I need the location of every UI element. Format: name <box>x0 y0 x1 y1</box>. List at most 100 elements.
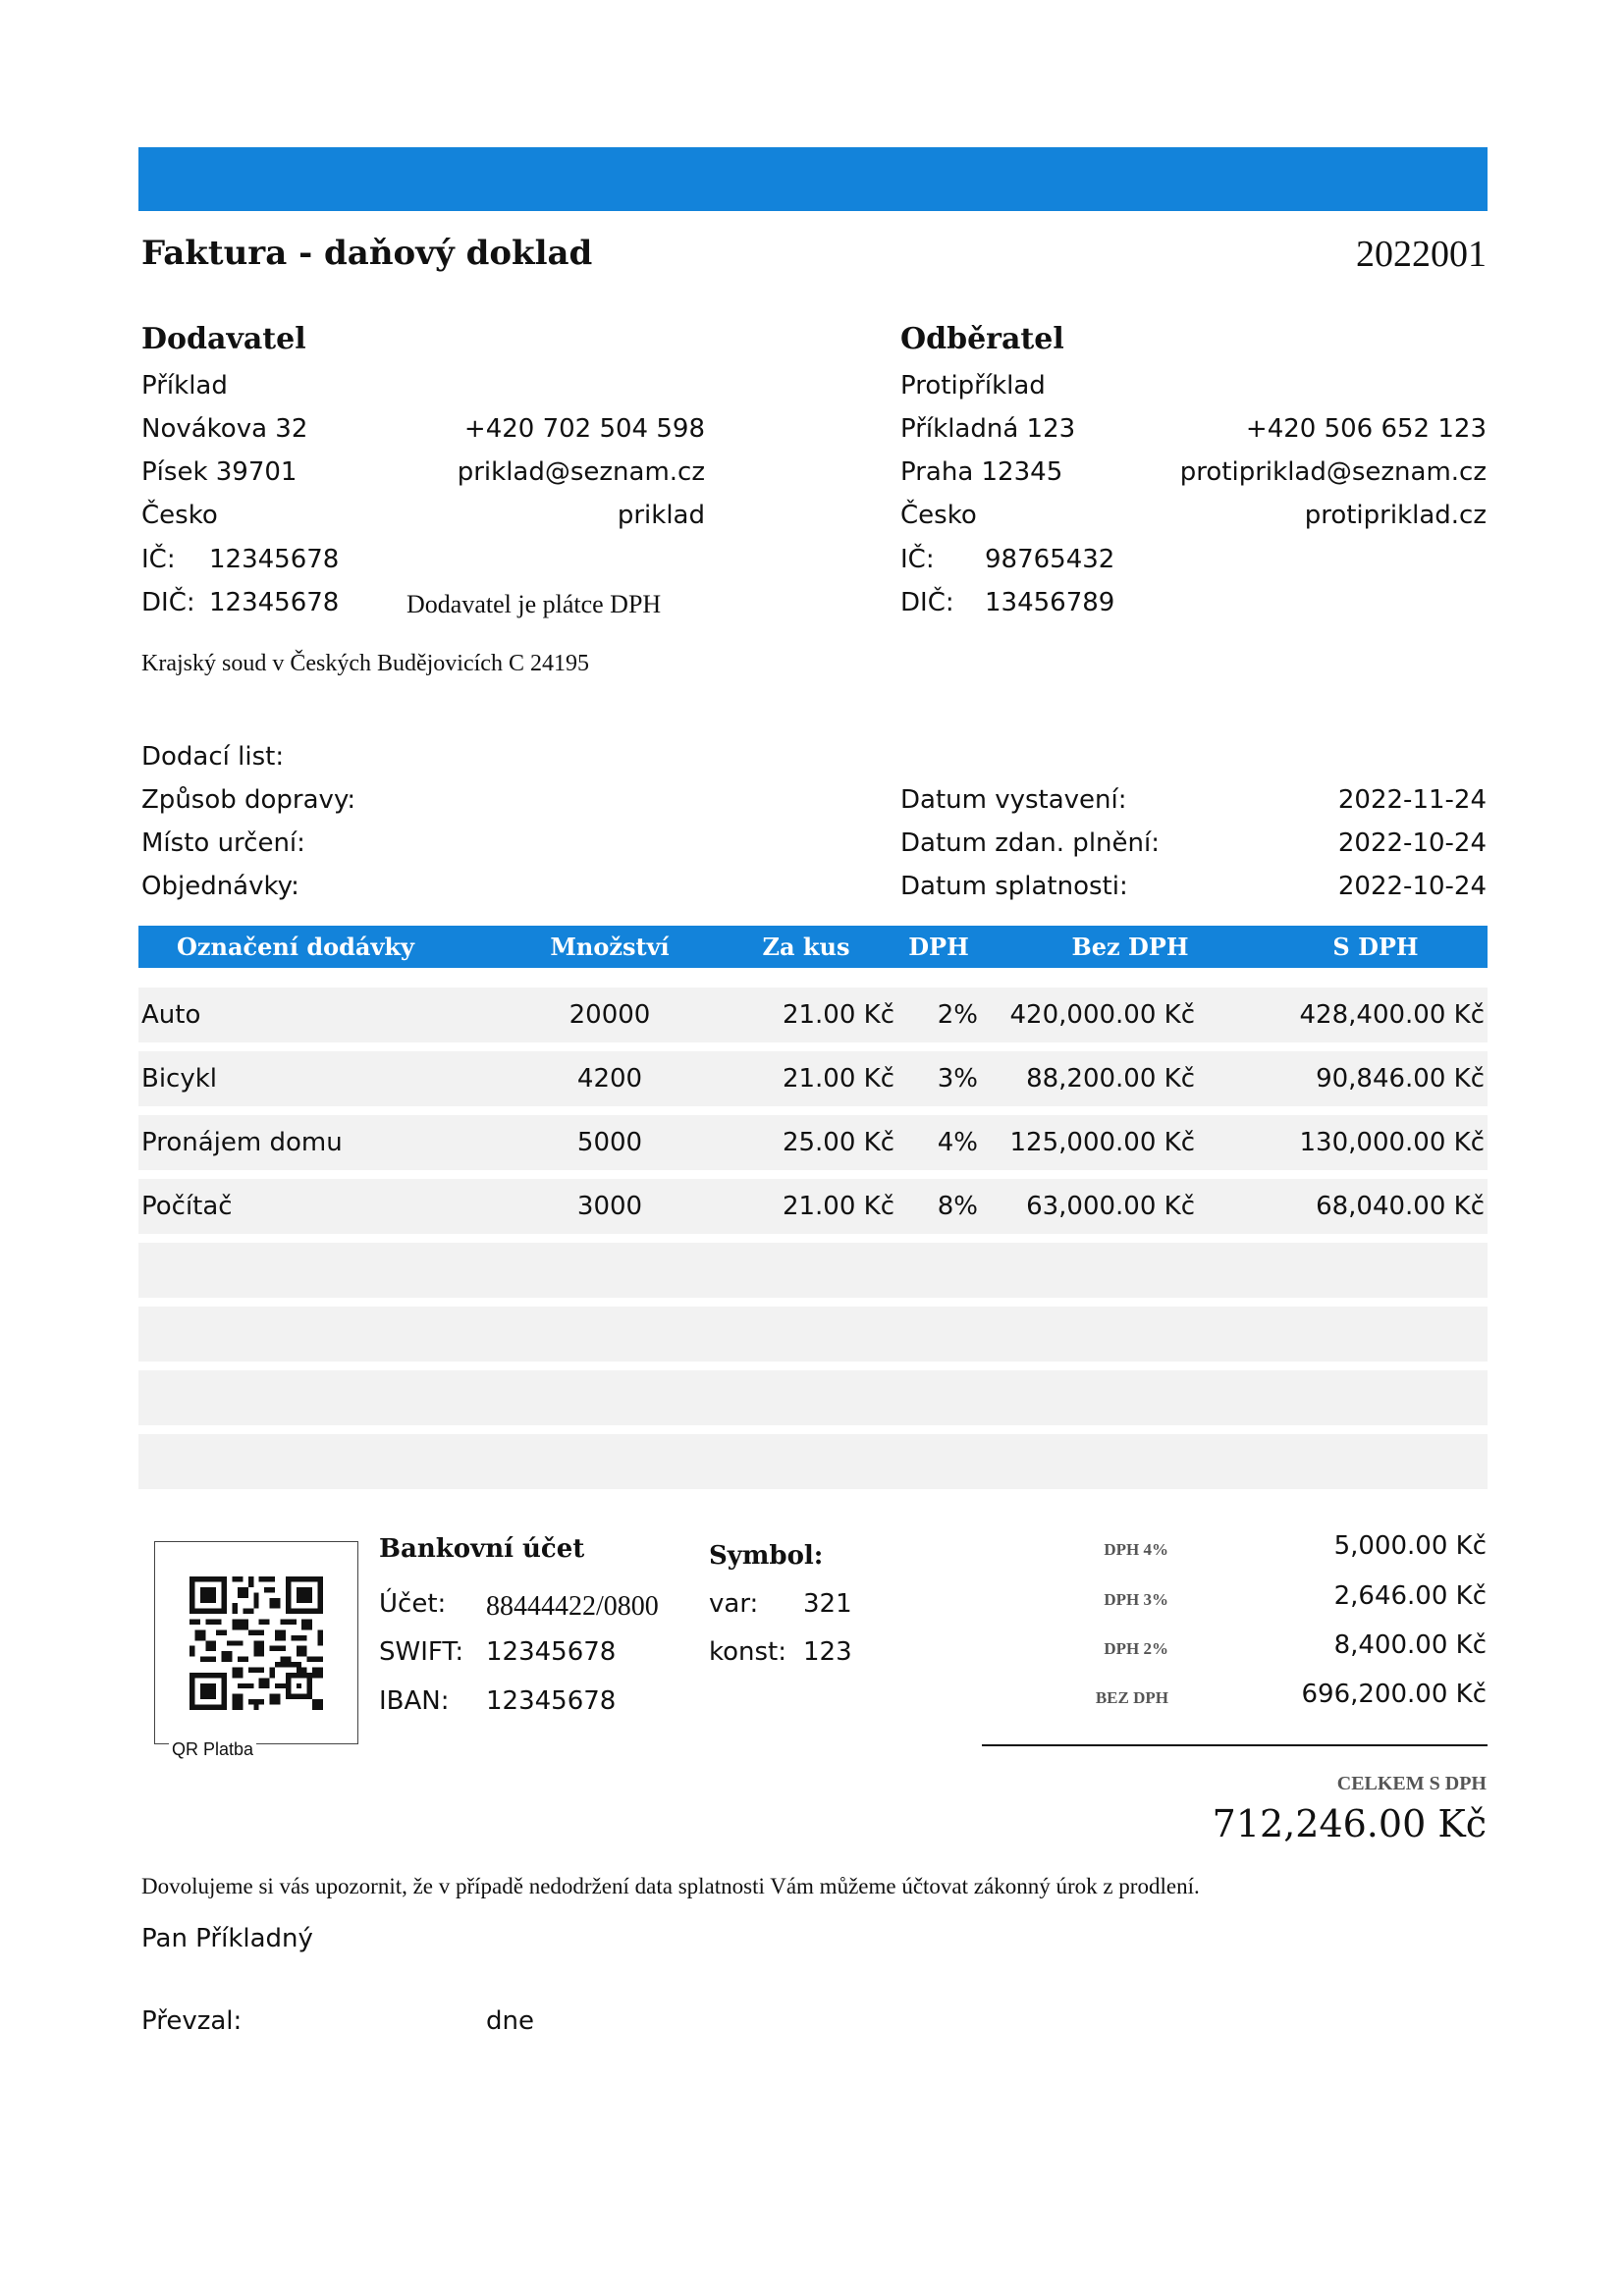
summary-label-vat2: DPH 2% <box>1104 1639 1168 1658</box>
qr-caption: QR Platba <box>169 1739 257 1760</box>
summary-label-without-vat: BEZ DPH <box>1095 1688 1168 1707</box>
due-date-label: Datum splatnosti: <box>900 872 1128 901</box>
transport-label: Způsob dopravy: <box>141 785 356 815</box>
customer-city: Praha 12345 <box>900 457 1063 487</box>
issue-date-label: Datum vystavení: <box>900 785 1127 815</box>
cell-item: Auto <box>141 1000 201 1030</box>
customer-dic: 13456789 <box>985 588 1115 617</box>
account-number: 88444422/0800 <box>486 1591 659 1622</box>
total-amount: 712,246.00 Kč <box>1212 1802 1487 1845</box>
cell-item: Pronájem domu <box>141 1128 343 1157</box>
items-table-header: Označení dodávky Množství Za kus DPH Bez… <box>138 926 1488 968</box>
bank-heading: Bankovní účet <box>379 1534 585 1564</box>
summary-label-vat3: DPH 3% <box>1104 1590 1168 1609</box>
supplier-ic-label: IČ: <box>141 545 176 574</box>
signature-name: Pan Příkladný <box>141 1924 313 1953</box>
col-header-unit-price: Za kus <box>762 933 850 961</box>
cell-without-vat: 88,200.00 Kč <box>1026 1064 1195 1094</box>
symbol-heading: Symbol: <box>709 1541 824 1571</box>
iban-label: IBAN: <box>379 1686 450 1716</box>
table-row: Auto 20000 21.00 Kč 2% 420,000.00 Kč 428… <box>138 988 1488 1042</box>
summary-divider <box>982 1744 1488 1746</box>
cell-quantity: 4200 <box>576 1064 643 1094</box>
customer-dic-label: DIČ: <box>900 588 954 617</box>
summary-value-vat3: 2,646.00 Kč <box>1333 1581 1487 1611</box>
cell-with-vat: 68,040.00 Kč <box>1316 1192 1485 1221</box>
swift-label: SWIFT: <box>379 1637 464 1667</box>
supplier-dic: 12345678 <box>209 588 340 617</box>
col-header-quantity: Množství <box>550 933 670 961</box>
table-row-empty <box>138 1243 1488 1298</box>
summary-value-without-vat: 696,200.00 Kč <box>1301 1680 1487 1709</box>
late-payment-notice: Dovolujeme si vás upozornit, že v případ… <box>141 1874 1200 1898</box>
customer-ic: 98765432 <box>985 545 1115 574</box>
cell-quantity: 20000 <box>568 1000 651 1030</box>
issue-date: 2022-11-24 <box>1337 785 1487 815</box>
due-date: 2022-10-24 <box>1337 872 1487 901</box>
supplier-city: Písek 39701 <box>141 457 298 487</box>
orders-label: Objednávky: <box>141 872 299 901</box>
supplier-street: Novákova 32 <box>141 414 308 444</box>
taxable-date-label: Datum zdan. plnění: <box>900 828 1160 858</box>
customer-country: Česko <box>900 501 977 530</box>
supplier-dic-label: DIČ: <box>141 588 195 617</box>
received-by-label: Převzal: <box>141 2006 243 2036</box>
cell-unit-price: 21.00 Kč <box>782 1064 894 1094</box>
supplier-email: priklad@seznam.cz <box>457 457 705 487</box>
col-header-item: Označení dodávky <box>177 933 414 961</box>
cell-unit-price: 25.00 Kč <box>782 1128 894 1157</box>
constant-symbol: 123 <box>803 1637 852 1667</box>
supplier-country: Česko <box>141 501 218 530</box>
table-row: Bicykl 4200 21.00 Kč 3% 88,200.00 Kč 90,… <box>138 1051 1488 1106</box>
table-row: Počítač 3000 21.00 Kč 8% 63,000.00 Kč 68… <box>138 1179 1488 1234</box>
invoice-number: 2022001 <box>1356 234 1487 275</box>
cell-without-vat: 125,000.00 Kč <box>1009 1128 1195 1157</box>
customer-phone: +420 506 652 123 <box>1245 414 1487 444</box>
cell-unit-price: 21.00 Kč <box>782 1000 894 1030</box>
table-row-empty <box>138 1434 1488 1489</box>
supplier-web: priklad <box>617 501 705 530</box>
cell-without-vat: 420,000.00 Kč <box>1009 1000 1195 1030</box>
delivery-note-label: Dodací list: <box>141 742 285 772</box>
taxable-date: 2022-10-24 <box>1337 828 1487 858</box>
cell-with-vat: 130,000.00 Kč <box>1299 1128 1485 1157</box>
header-accent-bar <box>138 147 1488 211</box>
variable-symbol-label: var: <box>709 1589 759 1619</box>
cell-with-vat: 90,846.00 Kč <box>1316 1064 1485 1094</box>
col-header-with-vat: S DPH <box>1332 933 1419 961</box>
table-row-empty <box>138 1307 1488 1362</box>
supplier-ic: 12345678 <box>209 545 340 574</box>
summary-value-vat4: 5,000.00 Kč <box>1333 1531 1487 1561</box>
iban-code: 12345678 <box>486 1686 617 1716</box>
court-registration: Krajský soud v Českých Budějovicích C 24… <box>141 651 589 676</box>
vat-payer-note: Dodavatel je plátce DPH <box>406 590 662 618</box>
cell-item: Bicykl <box>141 1064 218 1094</box>
supplier-name: Příklad <box>141 371 228 400</box>
cell-quantity: 5000 <box>576 1128 643 1157</box>
customer-name: Protipříklad <box>900 371 1046 400</box>
supplier-phone: +420 702 504 598 <box>463 414 705 444</box>
supplier-heading: Dodavatel <box>141 322 306 356</box>
cell-vat: 4% <box>937 1128 978 1157</box>
summary-value-vat2: 8,400.00 Kč <box>1333 1630 1487 1660</box>
qr-payment-box <box>154 1541 358 1744</box>
cell-vat: 8% <box>937 1192 978 1221</box>
table-row: Pronájem domu 5000 25.00 Kč 4% 125,000.0… <box>138 1115 1488 1170</box>
cell-item: Počítač <box>141 1192 233 1221</box>
table-row-empty <box>138 1370 1488 1425</box>
swift-code: 12345678 <box>486 1637 617 1667</box>
customer-street: Příkladná 123 <box>900 414 1076 444</box>
customer-ic-label: IČ: <box>900 545 935 574</box>
qr-code-icon <box>189 1576 323 1710</box>
variable-symbol: 321 <box>803 1589 852 1619</box>
constant-symbol-label: konst: <box>709 1637 787 1667</box>
customer-heading: Odběratel <box>900 322 1064 356</box>
document-title: Faktura - daňový doklad <box>141 234 593 273</box>
cell-quantity: 3000 <box>576 1192 643 1221</box>
cell-unit-price: 21.00 Kč <box>782 1192 894 1221</box>
cell-vat: 2% <box>937 1000 978 1030</box>
col-header-vat: DPH <box>908 933 969 961</box>
summary-label-vat4: DPH 4% <box>1104 1540 1168 1559</box>
cell-vat: 3% <box>937 1064 978 1094</box>
cell-without-vat: 63,000.00 Kč <box>1026 1192 1195 1221</box>
